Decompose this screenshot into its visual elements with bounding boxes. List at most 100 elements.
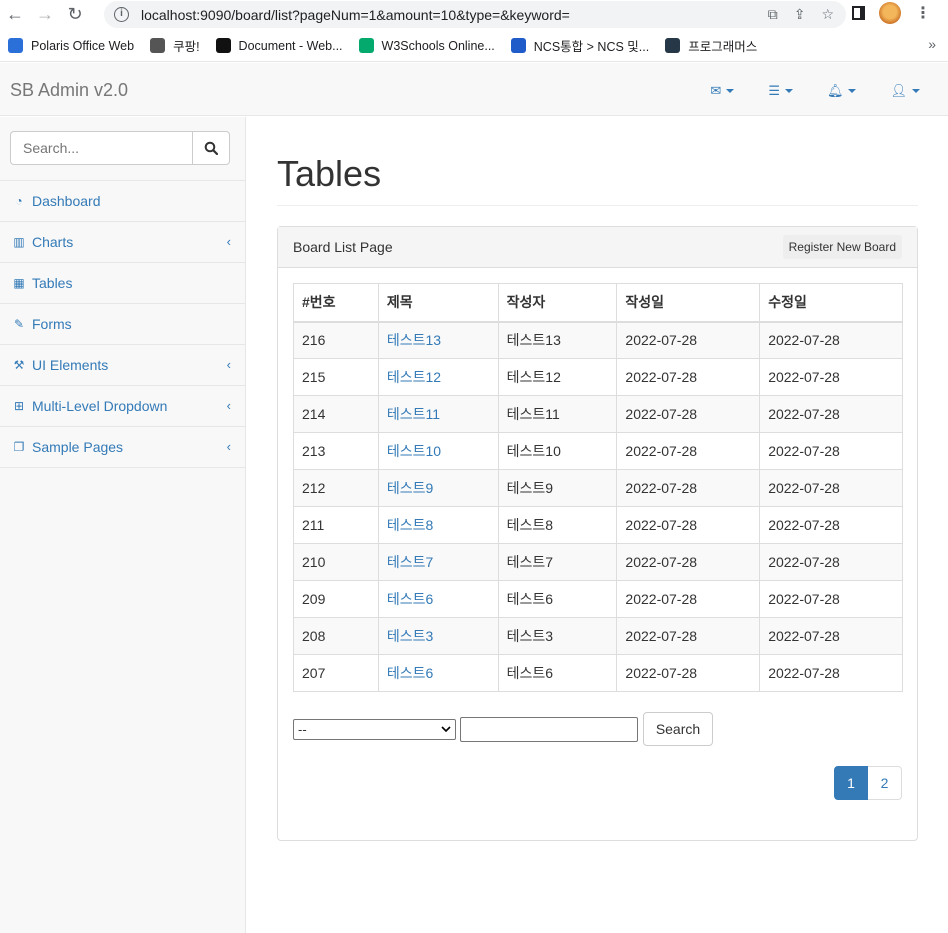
table-cell: 211	[293, 506, 379, 544]
table-cell: 2022-07-28	[759, 432, 903, 470]
table-cell: 2022-07-28	[616, 358, 761, 396]
messages-dropdown[interactable]: ✉	[710, 83, 735, 99]
board-title-link[interactable]: 테스트6	[387, 665, 433, 681]
files-icon: ❐	[13, 440, 25, 454]
sidebar-item-charts[interactable]: ▥ Charts ‹	[0, 222, 245, 263]
sidebar-item-ui-elements[interactable]: ⚒ UI Elements ‹	[0, 345, 245, 386]
extension-avatar-icon[interactable]	[879, 2, 901, 24]
table-cell: 테스트6	[497, 654, 618, 692]
search-button[interactable]	[192, 131, 230, 165]
share-icon[interactable]: ⇪	[794, 6, 806, 23]
column-header[interactable]: 제목	[377, 283, 499, 323]
chevron-left-icon: ‹	[226, 398, 231, 413]
column-header[interactable]: 작성자	[497, 283, 618, 323]
bookmark-item[interactable]: Polaris Office Web	[8, 38, 134, 53]
table-cell: 2022-07-28	[616, 580, 761, 618]
bookmark-item[interactable]: 프로그래머스	[665, 36, 757, 55]
sidebar-item-forms[interactable]: ✎ Forms	[0, 304, 245, 345]
site-info-icon[interactable]: i	[114, 7, 129, 22]
column-header[interactable]: 수정일	[759, 283, 903, 323]
brand[interactable]: SB Admin v2.0	[10, 80, 128, 101]
address-bar[interactable]: i localhost:9090/board/list?pageNum=1&am…	[104, 1, 846, 28]
column-header[interactable]: #번호	[293, 283, 379, 323]
bookmark-item[interactable]: NCS통합 > NCS 및...	[510, 36, 650, 55]
sidebar-item-label: Multi-Level Dropdown	[32, 398, 168, 414]
table-row: 210 테스트7 테스트7 2022-07-28 2022-07-28	[293, 543, 903, 581]
browser-chrome: ← → ↻ i localhost:9090/board/list?pageNu…	[0, 0, 948, 62]
bookmark-item[interactable]: 쿠팡!	[150, 36, 200, 55]
sidebar-item-label: Tables	[32, 275, 73, 291]
bookmark-label: NCS통합 > NCS 및...	[533, 40, 650, 54]
board-title-link[interactable]: 테스트6	[387, 591, 433, 607]
table-cell: 212	[293, 469, 379, 507]
table-cell: 2022-07-28	[759, 469, 903, 507]
table-cell: 210	[293, 543, 379, 581]
bookmark-item[interactable]: W3Schools Online...	[358, 38, 495, 53]
search-type-select[interactable]: --	[293, 718, 456, 740]
table-cell: 2022-07-28	[759, 580, 903, 618]
chevron-down-icon	[784, 89, 793, 93]
table-cell: 테스트12	[377, 358, 499, 396]
star-icon[interactable]: ☆	[821, 6, 834, 23]
sidebar-item-multi-level-dropdown[interactable]: ⊞ Multi-Level Dropdown ‹	[0, 386, 245, 427]
menu-icon[interactable]: ⋮	[915, 3, 931, 23]
register-new-board-button[interactable]: Register New Board	[782, 235, 902, 259]
url-text: localhost:9090/board/list?pageNum=1&amou…	[141, 6, 570, 23]
sidebar-item-sample-pages[interactable]: ❐ Sample Pages ‹	[0, 427, 245, 468]
bookmark-favicon-icon	[215, 38, 231, 53]
translate-icon[interactable]: ⧉	[768, 6, 778, 23]
more-bookmarks-icon[interactable]: »	[928, 36, 936, 52]
board-title-link[interactable]: 테스트9	[387, 480, 433, 496]
tasks-dropdown[interactable]: ☰	[768, 83, 793, 99]
page-title: Tables	[277, 153, 382, 194]
bookmark-label: Document - Web...	[238, 38, 343, 53]
side-panel-icon[interactable]	[852, 6, 865, 20]
user-icon: 👤︎	[890, 83, 907, 98]
sidebar: ◔ Dashboard ▥ Charts ‹ ▦ Tables ✎ Forms ⚒ UI Eleme…	[0, 117, 246, 933]
table-cell: 2022-07-28	[759, 617, 903, 655]
forward-button[interactable]: →	[30, 1, 60, 29]
page-link[interactable]: 2	[868, 766, 902, 800]
board-title-link[interactable]: 테스트13	[387, 332, 441, 348]
table-cell: 216	[293, 321, 379, 359]
back-button[interactable]: ←	[0, 1, 30, 29]
user-dropdown[interactable]: 👤︎	[890, 83, 920, 99]
table-cell: 2022-07-28	[759, 395, 903, 433]
reload-button[interactable]: ↻	[60, 1, 90, 29]
panel-title: Board List Page	[293, 239, 393, 255]
bookmark-item[interactable]: Document - Web...	[215, 38, 343, 53]
table-cell: 2022-07-28	[759, 358, 903, 396]
table-row: 207 테스트6 테스트6 2022-07-28 2022-07-28	[293, 654, 903, 692]
chevron-down-icon	[441, 726, 451, 732]
search-input[interactable]	[10, 131, 192, 165]
table-cell: 테스트3	[377, 617, 499, 655]
board-title-link[interactable]: 테스트7	[387, 554, 433, 570]
sidebar-item-label: UI Elements	[32, 357, 109, 373]
table-cell: 테스트9	[497, 469, 618, 507]
sidebar-item-dashboard[interactable]: ◔ Dashboard	[0, 181, 245, 222]
chevron-left-icon: ‹	[226, 357, 231, 372]
board-title-link[interactable]: 테스트12	[387, 369, 441, 385]
table-cell: 테스트6	[377, 580, 499, 618]
alerts-dropdown[interactable]: 🔔︎	[827, 83, 857, 99]
table-cell: 209	[293, 580, 379, 618]
sidebar-item-tables[interactable]: ▦ Tables	[0, 263, 245, 304]
table-cell: 2022-07-28	[759, 543, 903, 581]
sidebar-item-label: Forms	[32, 316, 72, 332]
table-cell: 2022-07-28	[759, 321, 903, 359]
column-header[interactable]: 작성일	[616, 283, 761, 323]
table-cell: 2022-07-28	[616, 395, 761, 433]
table-cell: 214	[293, 395, 379, 433]
table-cell: 테스트6	[497, 580, 618, 618]
board-title-link[interactable]: 테스트8	[387, 517, 433, 533]
search-submit-button[interactable]: Search	[643, 712, 713, 746]
table-row: 213 테스트10 테스트10 2022-07-28 2022-07-28	[293, 432, 903, 470]
board-search-form: -- Search	[293, 712, 713, 746]
board-title-link[interactable]: 테스트11	[387, 406, 440, 422]
board-title-link[interactable]: 테스트10	[387, 443, 441, 459]
keyword-input[interactable]	[460, 716, 638, 742]
table-header-row: #번호 제목 작성자 작성일 수정일	[293, 283, 903, 323]
panel-heading: Board List Page Register New Board	[278, 227, 917, 268]
board-title-link[interactable]: 테스트3	[387, 628, 433, 644]
page-link[interactable]: 1	[834, 766, 868, 800]
